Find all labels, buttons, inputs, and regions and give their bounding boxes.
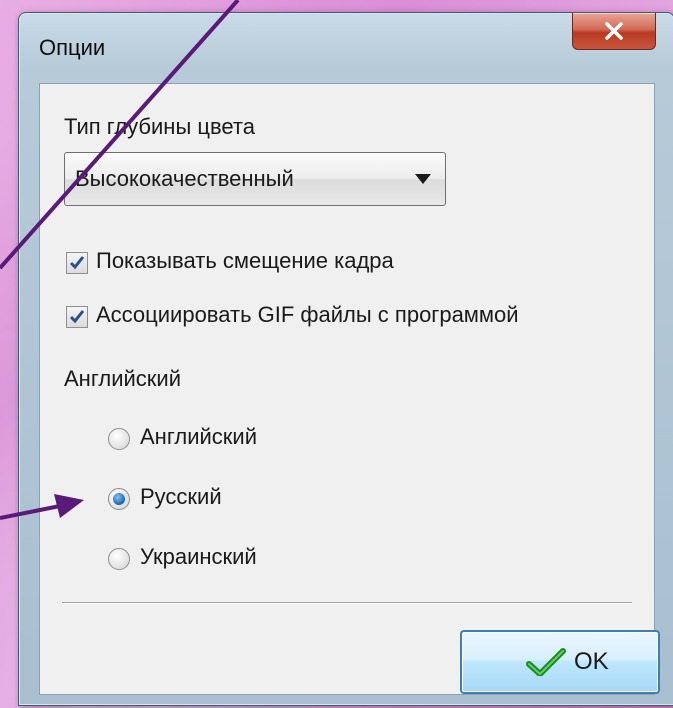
dialog-content: Тип глубины цвета Высококачественный Пок… [39, 83, 660, 695]
show-frame-offset-label: Показывать смещение кадра [96, 248, 394, 273]
checkmark-icon [526, 648, 566, 676]
associate-gif-checkbox[interactable] [66, 306, 88, 328]
color-depth-select[interactable]: Высококачественный [64, 152, 446, 206]
dialog-title: Опции [39, 35, 106, 60]
radio-ukrainian[interactable] [108, 548, 130, 570]
separator-line [62, 602, 632, 604]
color-depth-label: Тип глубины цвета [64, 114, 255, 139]
color-depth-value: Высококачественный [75, 166, 294, 191]
options-dialog: Опции Тип глубины цвета Высококачественн… [18, 12, 673, 706]
radio-selected-dot [113, 493, 125, 505]
radio-russian-label[interactable]: Русский [140, 484, 222, 510]
ok-button-label: OK [574, 648, 609, 675]
ok-button[interactable]: OK [460, 630, 660, 694]
title-bar[interactable]: Опции [19, 13, 673, 71]
close-button[interactable] [572, 13, 656, 50]
language-group-label: Английский [64, 366, 181, 391]
close-icon [605, 22, 623, 40]
radio-english-label[interactable]: Английский [140, 424, 257, 450]
radio-english[interactable] [108, 428, 130, 450]
radio-russian[interactable] [108, 488, 130, 510]
show-frame-offset-checkbox[interactable] [66, 252, 88, 274]
checkmark-icon [69, 256, 85, 270]
associate-gif-label: Ассоциировать GIF файлы с программой [96, 302, 519, 327]
checkmark-icon [69, 310, 85, 324]
chevron-down-icon [415, 174, 431, 184]
radio-ukrainian-label[interactable]: Украинский [140, 544, 257, 570]
